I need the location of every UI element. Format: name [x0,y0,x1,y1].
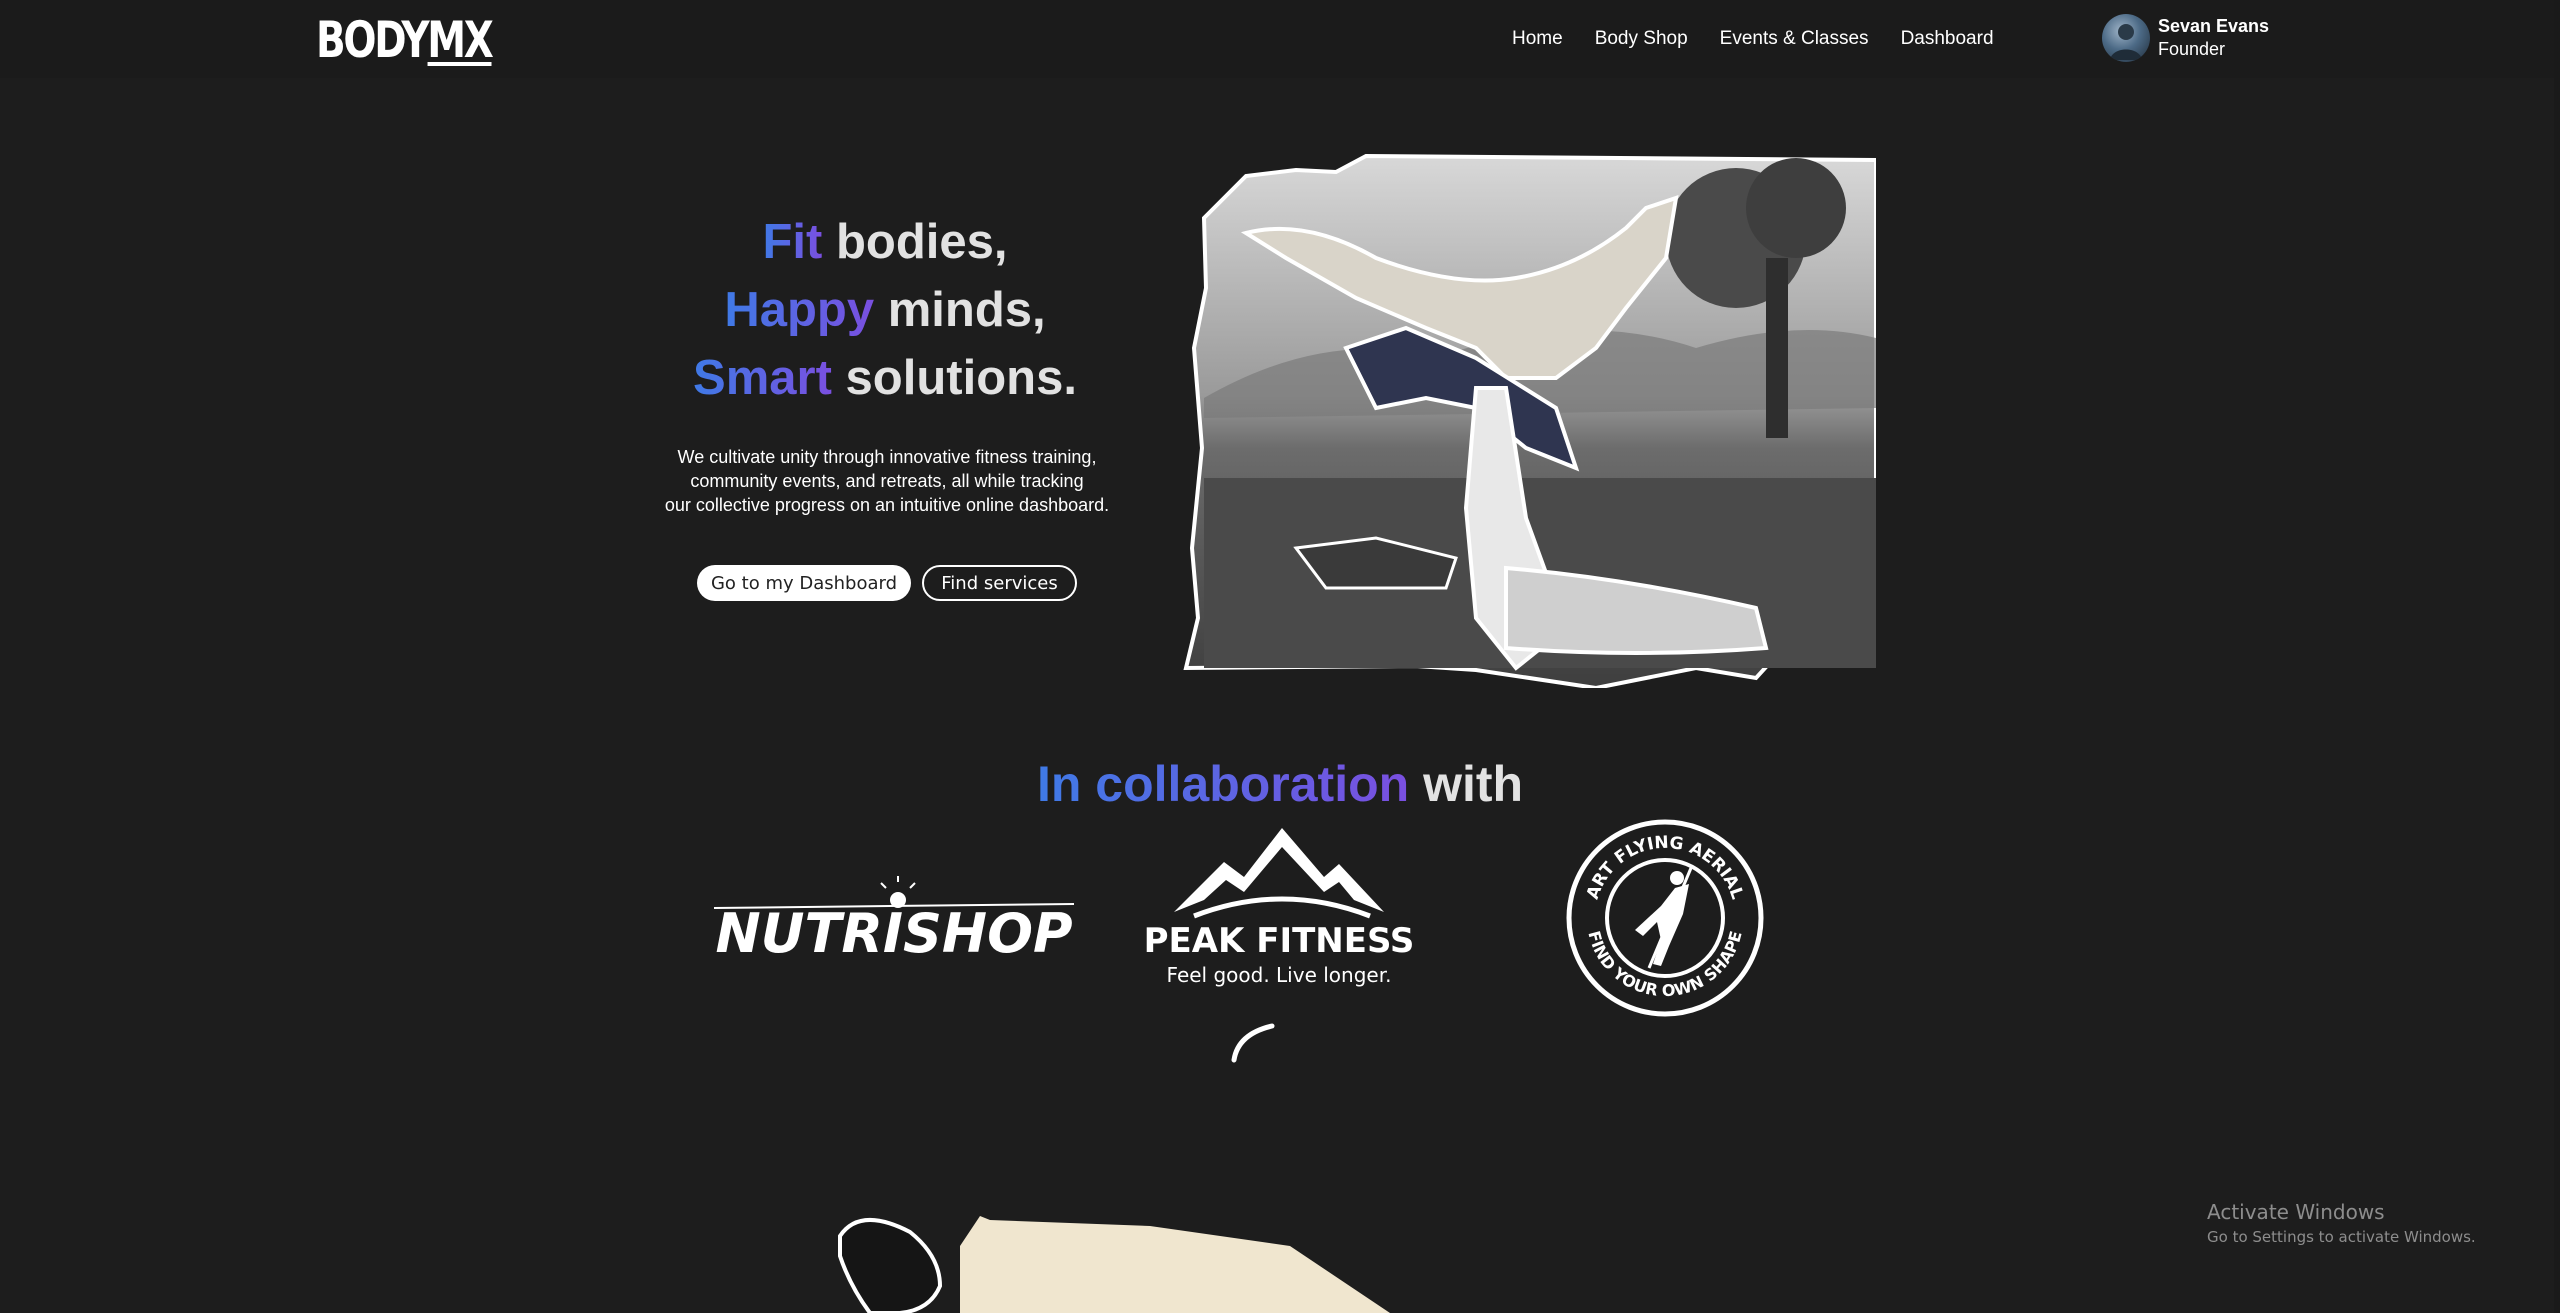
avatar[interactable] [2102,14,2150,62]
peak-fitness-logo[interactable]: PEAK FITNESS Feel good. Live longer. [1134,822,1424,994]
hero-headline: Fit bodies, Happy minds, Smart solutions… [660,208,1110,412]
user-name: Sevan Evans [2158,16,2270,36]
main-nav: Home Body Shop Events & Classes Dashboar… [1512,24,2026,54]
svg-text:PEAK FITNESS: PEAK FITNESS [1144,921,1415,961]
nav-dashboard[interactable]: Dashboard [1901,24,1994,54]
art-flying-aerial-logo[interactable]: ART FLYING AERIAL FIND YOUR OWN SHAPE [1565,818,1765,1018]
bodymx-logo[interactable]: BODYMX [316,14,541,66]
nutrishop-logo[interactable]: NUTRISHOP [704,872,1084,962]
nav-body-shop[interactable]: Body Shop [1595,24,1688,54]
nav-home[interactable]: Home [1512,24,1563,54]
find-services-button[interactable]: Find services [922,565,1077,601]
bottom-section-photo [838,1216,1390,1313]
hero-description: We cultivate unity through innovative fi… [664,447,1110,515]
svg-text:Feel good. Live longer.: Feel good. Live longer. [1167,963,1392,987]
headline-accent-1: Fit [762,215,823,269]
headline-rest-1: bodies, [822,215,1008,269]
go-to-dashboard-button[interactable]: Go to my Dashboard [697,565,911,601]
headline-accent-3: Smart [693,351,832,405]
page-scrollbar[interactable] [2554,0,2560,1313]
avatar-photo-icon [2110,24,2142,60]
svg-text:NUTRISHOP: NUTRISHOP [715,902,1072,962]
user-profile[interactable]: Sevan Evans Founder [2102,14,2269,62]
headline-accent-2: Happy [724,283,875,337]
top-navbar: BODYMX Home Body Shop Events & Classes D… [0,0,2560,78]
hero-acro-yoga-photo [1183,153,1876,688]
windows-activation-watermark: Activate Windows Go to Settings to activ… [2207,1200,2476,1246]
collaboration-rest: with [1409,756,1524,812]
nav-events-classes[interactable]: Events & Classes [1720,24,1869,54]
headline-rest-3: solutions. [831,351,1077,405]
loading-spinner-icon [1231,1023,1275,1063]
collaboration-accent: In collaboration [1036,756,1410,812]
collaboration-heading: In collaboration with [0,755,2560,813]
headline-rest-2: minds, [874,283,1046,337]
user-role: Founder [2158,39,2226,59]
